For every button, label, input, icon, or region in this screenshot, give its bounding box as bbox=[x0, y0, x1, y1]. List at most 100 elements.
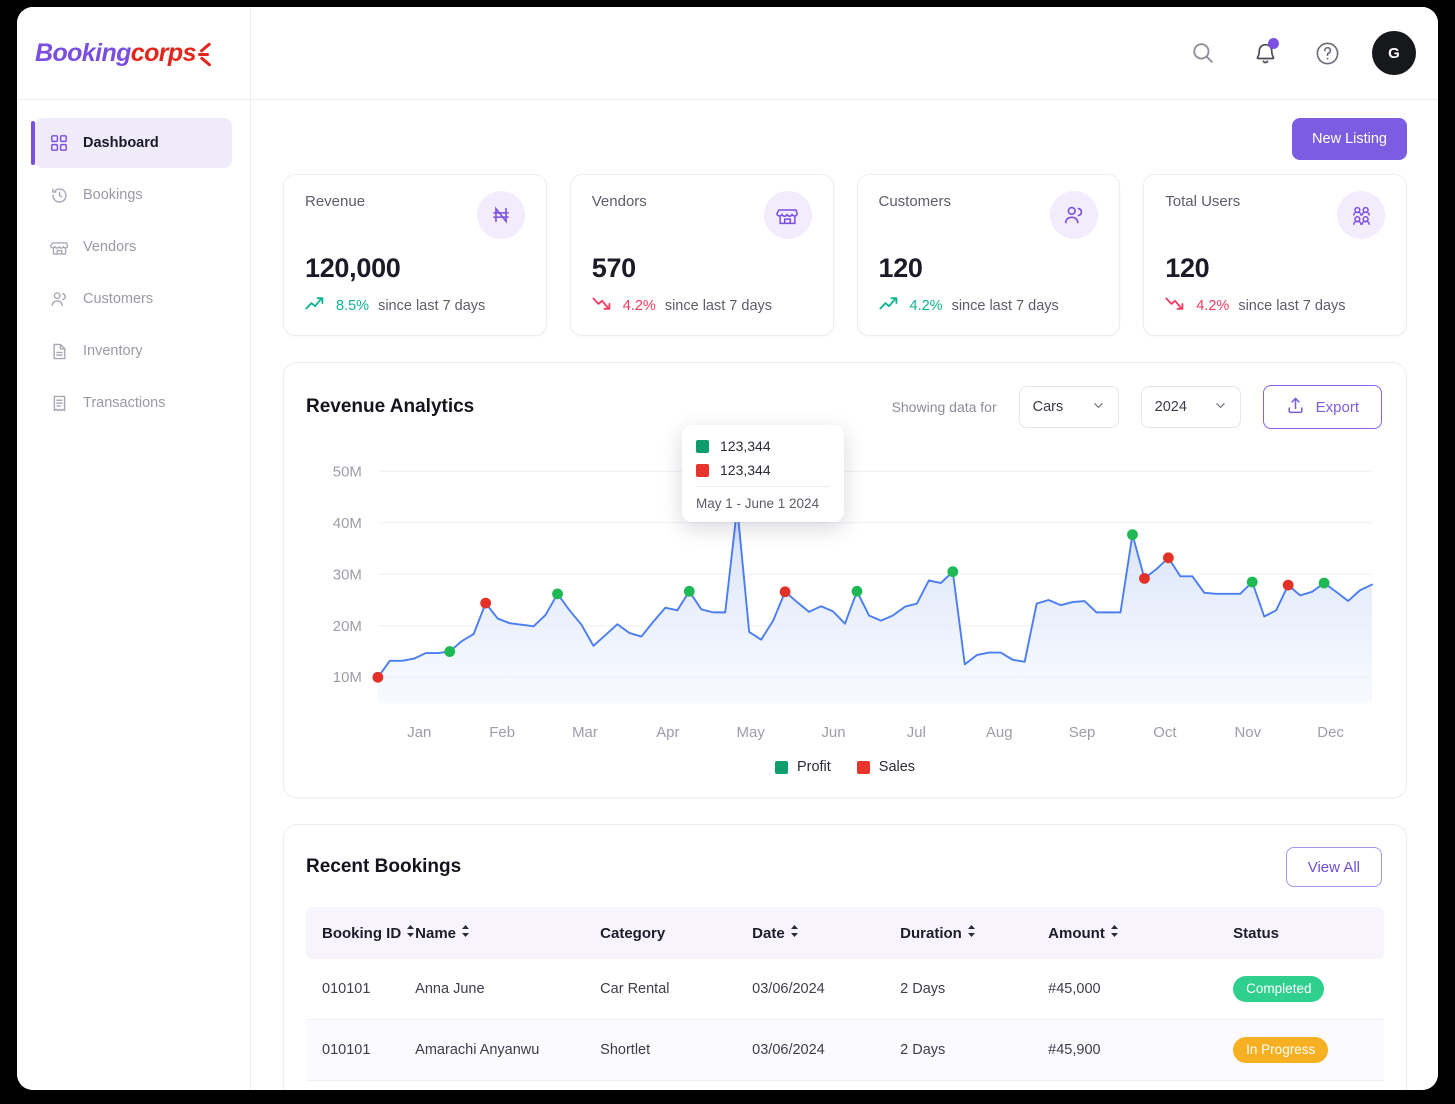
year-select[interactable]: 2024 bbox=[1140, 386, 1241, 428]
chart-marker-profit[interactable] bbox=[444, 646, 456, 657]
chart-marker-sales[interactable] bbox=[1282, 579, 1294, 591]
export-label: Export bbox=[1315, 398, 1359, 416]
tooltip-sales-row: 123,344 bbox=[696, 462, 830, 478]
tooltip-date-range: May 1 - June 1 2024 bbox=[696, 486, 830, 511]
sidebar-item-label: Inventory bbox=[83, 343, 143, 359]
column-name[interactable]: Name bbox=[415, 907, 600, 959]
category-select[interactable]: Cars bbox=[1018, 386, 1119, 428]
table-header-row: Booking ID Name Category Date Duration A… bbox=[306, 907, 1384, 959]
stat-label: Vendors bbox=[591, 193, 647, 210]
cell-status: Completed bbox=[1233, 959, 1384, 1020]
stat-suffix: since last 7 days bbox=[1238, 297, 1346, 314]
history-icon bbox=[49, 185, 69, 205]
profit-swatch bbox=[774, 760, 788, 774]
notification-badge bbox=[1268, 38, 1279, 49]
sidebar-item-inventory[interactable]: Inventory bbox=[35, 326, 232, 376]
help-icon[interactable] bbox=[1310, 36, 1344, 70]
sales-swatch bbox=[696, 463, 709, 477]
column-label: Status bbox=[1233, 924, 1280, 942]
stat-label: Customers bbox=[878, 193, 952, 210]
column-date[interactable]: Date bbox=[752, 907, 900, 959]
trend-up-icon bbox=[305, 296, 327, 315]
chart-marker-profit[interactable] bbox=[947, 566, 959, 578]
cell-duration: 2 Days bbox=[900, 1019, 1049, 1081]
column-duration[interactable]: Duration bbox=[900, 907, 1048, 959]
bookings-table-wrap: Booking ID Name Category Date Duration A… bbox=[284, 907, 1406, 1090]
cell-status: In Progress bbox=[1233, 1019, 1384, 1081]
main-toolbar: New Listing bbox=[283, 100, 1407, 174]
stat-suffix: since last 7 days bbox=[378, 297, 486, 314]
stat-percent: 4.2% bbox=[622, 297, 656, 314]
sidebar-item-vendors[interactable]: Vendors bbox=[35, 222, 232, 272]
cell-duration: 2 Days bbox=[900, 959, 1049, 1020]
page-title: Revenue Analytics bbox=[306, 396, 475, 417]
year-select-value: 2024 bbox=[1154, 399, 1187, 415]
legend-label: Sales bbox=[878, 759, 916, 775]
main-content: New Listing Revenue 120,000 8.5% since l… bbox=[251, 100, 1438, 1090]
view-all-button[interactable]: View All bbox=[1285, 847, 1382, 887]
sidebar-item-bookings[interactable]: Bookings bbox=[35, 170, 232, 220]
cell-booking-id: 010101 bbox=[306, 1080, 416, 1090]
stat-value: 120 bbox=[1165, 253, 1210, 283]
stat-trend: 4.2% since last 7 days bbox=[1165, 296, 1385, 315]
stat-card-revenue: Revenue 120,000 8.5% since last 7 days bbox=[283, 174, 547, 336]
export-button[interactable]: Export bbox=[1262, 385, 1382, 429]
sidebar-item-label: Dashboard bbox=[83, 135, 159, 151]
chart-marker-profit[interactable] bbox=[1318, 577, 1330, 589]
new-listing-button[interactable]: New Listing bbox=[1292, 118, 1407, 160]
chart-marker-sales[interactable] bbox=[480, 597, 492, 609]
table-row[interactable]: 010101Anna JuneCar Rental03/06/20242 Day… bbox=[306, 1080, 1384, 1090]
upload-icon bbox=[1286, 396, 1305, 419]
column-label: Date bbox=[752, 925, 785, 942]
cell-name: Amarachi Anyanwu bbox=[415, 1019, 601, 1081]
sidebar-item-label: Customers bbox=[83, 291, 154, 307]
notifications-bell-icon[interactable] bbox=[1248, 36, 1282, 70]
chart-marker-profit[interactable] bbox=[683, 585, 695, 597]
sort-icon bbox=[1110, 924, 1119, 941]
table-row[interactable]: 010101Anna JuneCar Rental03/06/20242 Day… bbox=[306, 959, 1384, 1020]
search-icon[interactable] bbox=[1186, 36, 1220, 70]
top-bar: Bookingcorps G bbox=[17, 7, 1438, 100]
table-row[interactable]: 010101 Amarachi Anyanwu Shortlet 03/06/2024… bbox=[306, 1019, 1384, 1081]
logo-text-primary: Booking bbox=[35, 38, 131, 67]
legend-item-sales[interactable]: Sales bbox=[856, 759, 916, 775]
legend-item-profit[interactable]: Profit bbox=[774, 759, 831, 775]
users-icon bbox=[1050, 191, 1099, 239]
column-category: Category bbox=[600, 907, 752, 959]
column-booking-id[interactable]: Booking ID bbox=[306, 907, 415, 959]
stat-value: 120 bbox=[878, 253, 923, 283]
chart-marker-profit[interactable] bbox=[552, 588, 563, 600]
sidebar-item-customers[interactable]: Customers bbox=[35, 274, 232, 324]
chart-marker-profit[interactable] bbox=[1246, 576, 1258, 588]
stat-trend: 8.5% since last 7 days bbox=[305, 296, 525, 315]
revenue-chart-svg[interactable] bbox=[306, 451, 1384, 751]
sort-icon bbox=[967, 924, 976, 941]
cell-category: Car Rental bbox=[600, 959, 753, 1020]
sidebar-item-transactions[interactable]: Transactions bbox=[35, 378, 232, 428]
avatar-initial: G bbox=[1388, 44, 1400, 62]
grid-icon bbox=[49, 133, 69, 153]
chart-marker-profit[interactable] bbox=[851, 585, 863, 597]
column-amount[interactable]: Amount bbox=[1048, 907, 1233, 959]
stat-label: Revenue bbox=[305, 193, 366, 210]
trend-down-icon bbox=[1165, 296, 1187, 315]
chart-marker-sales[interactable] bbox=[1163, 552, 1174, 564]
sidebar-item-dashboard[interactable]: Dashboard bbox=[31, 118, 232, 168]
cell-booking-id: 010101 bbox=[306, 959, 416, 1020]
bookings-title: Recent Bookings bbox=[306, 856, 462, 877]
sort-icon bbox=[461, 924, 470, 941]
avatar[interactable]: G bbox=[1372, 31, 1416, 75]
profit-swatch bbox=[696, 439, 709, 453]
brand-logo[interactable]: Bookingcorps bbox=[17, 7, 251, 99]
stat-cards: Revenue 120,000 8.5% since last 7 days V… bbox=[283, 174, 1407, 336]
cell-date: 03/06/2024 bbox=[752, 959, 901, 1020]
chart-marker-sales[interactable] bbox=[372, 671, 384, 683]
chart-marker-profit[interactable] bbox=[1127, 529, 1138, 541]
logo-mark-icon bbox=[197, 41, 213, 67]
table-header: Booking ID Name Category Date Duration A… bbox=[306, 907, 1384, 959]
chart-marker-sales[interactable] bbox=[779, 586, 791, 598]
chart-tooltip: 123,344 123,344 May 1 - June 1 2024 bbox=[682, 425, 844, 522]
tooltip-profit-value: 123,344 bbox=[720, 438, 771, 454]
chart-marker-sales[interactable] bbox=[1139, 572, 1150, 584]
legend-label: Profit bbox=[796, 759, 831, 775]
